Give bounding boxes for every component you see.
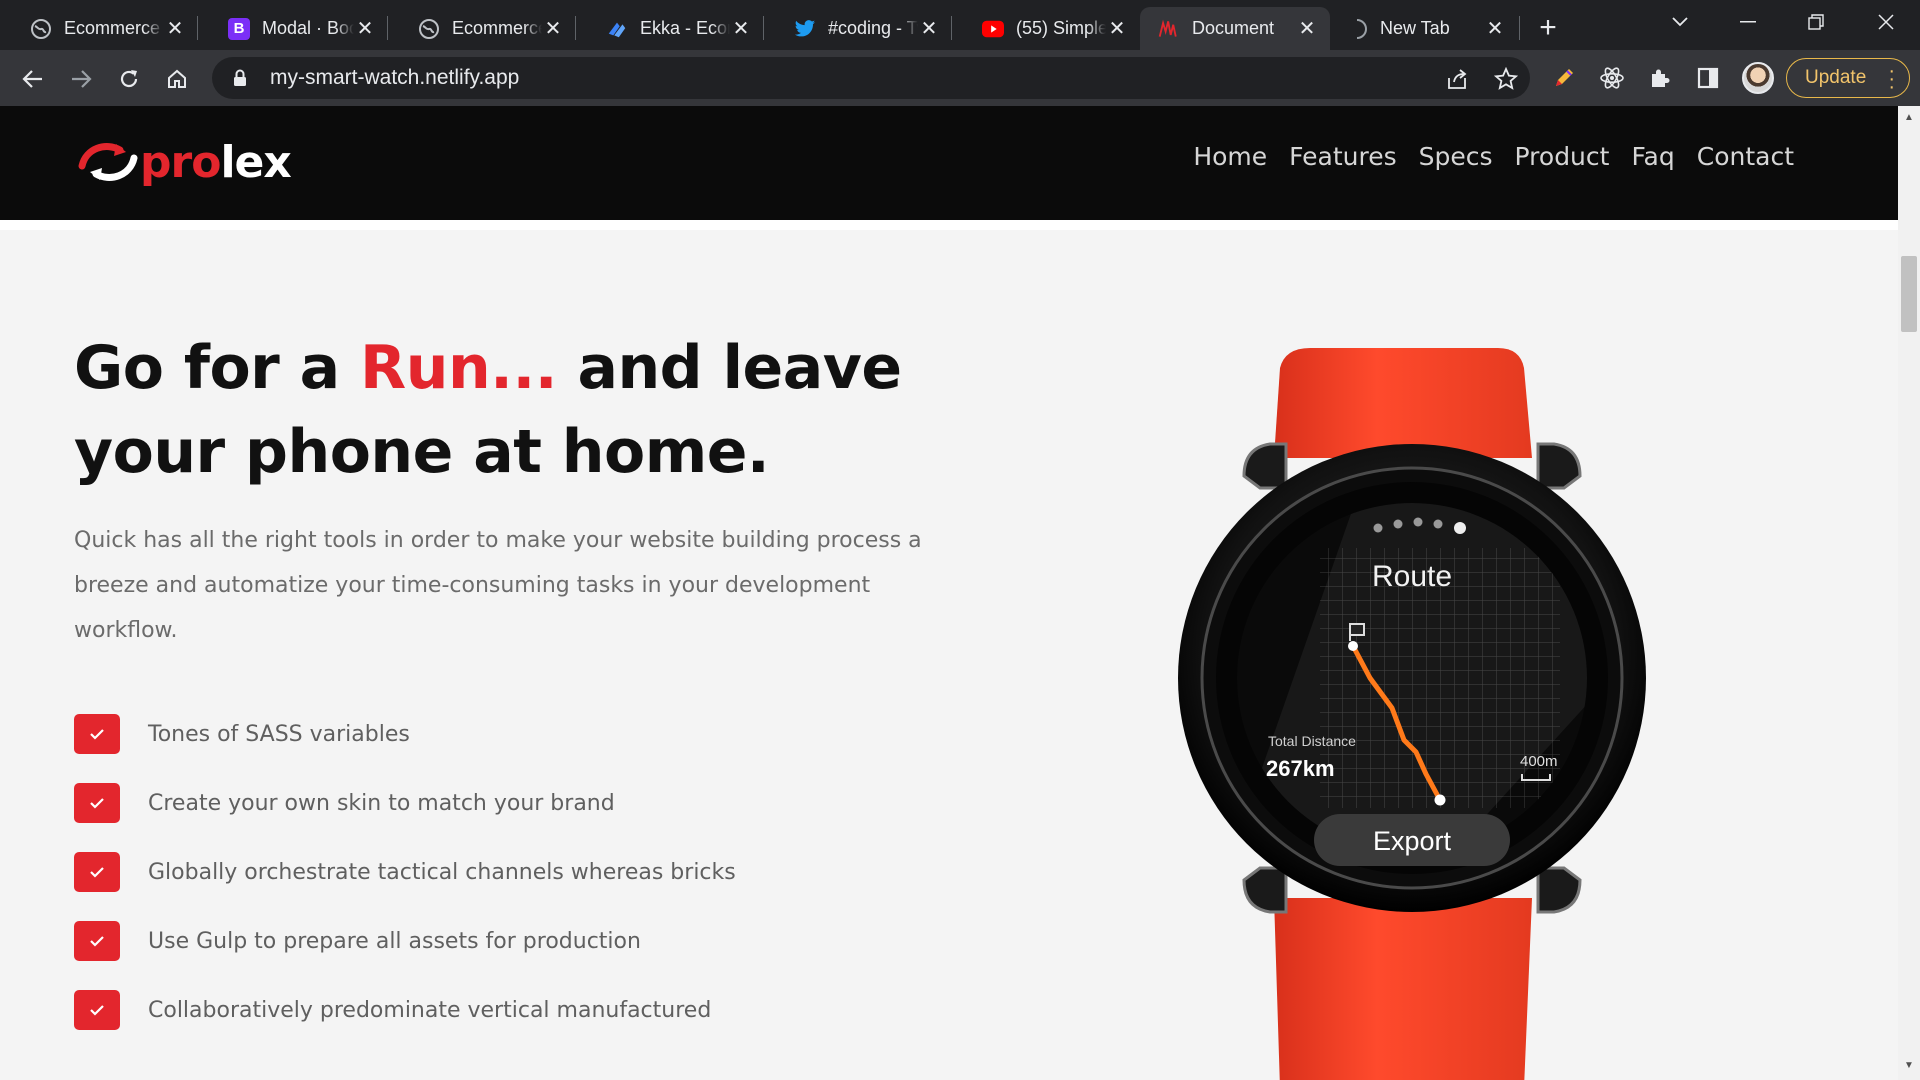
feature-label: Globally orchestrate tactical channels w…	[148, 859, 736, 885]
header-divider	[0, 220, 1898, 230]
hero-title-accent: Run...	[360, 333, 558, 403]
share-icon[interactable]	[1446, 67, 1470, 91]
globe-icon	[418, 18, 440, 40]
tab-title: #coding - Twitter	[828, 18, 918, 38]
close-tab-icon[interactable]: ✕	[918, 18, 940, 40]
smartwatch-image: Route Total Distance 267km 400m Export	[1178, 348, 1646, 1080]
extensions-puzzle-icon[interactable]	[1646, 64, 1674, 92]
feature-item: Tones of SASS variables	[74, 714, 410, 754]
site-nav: Home Features Specs Product Faq Contact	[1193, 142, 1794, 171]
logo-wordmark: prolex	[140, 136, 292, 188]
hero-description: Quick has all the right tools in order t…	[74, 528, 922, 643]
checkbox-checked-icon	[74, 783, 120, 823]
document-favicon-icon	[1158, 18, 1180, 40]
lock-icon[interactable]	[230, 69, 250, 87]
loading-icon	[1346, 18, 1368, 40]
browser-tab-active[interactable]: Document ✕	[1140, 7, 1330, 50]
bootstrap-icon: B	[228, 17, 250, 40]
page-scrollbar[interactable]: ▲ ▼	[1898, 106, 1920, 1080]
side-panel-icon[interactable]	[1694, 64, 1722, 92]
feature-label: Use Gulp to prepare all assets for produ…	[148, 928, 641, 954]
globe-icon	[30, 18, 52, 40]
browser-tab[interactable]: #coding - Twitter ✕	[764, 7, 952, 50]
close-tab-icon[interactable]: ✕	[1106, 18, 1128, 40]
browser-tab[interactable]: B Modal · Bootstrap ✕	[198, 7, 388, 50]
close-tab-icon[interactable]: ✕	[1484, 18, 1506, 40]
logo-mark-icon	[78, 143, 138, 181]
watch-export-label: Export	[1373, 826, 1452, 856]
new-tab-button[interactable]: +	[1532, 11, 1564, 44]
nav-contact[interactable]: Contact	[1697, 142, 1794, 171]
nav-specs[interactable]: Specs	[1419, 142, 1493, 171]
tab-title: Ekka - Ecommerce	[640, 18, 730, 38]
close-tab-icon[interactable]: ✕	[730, 18, 752, 40]
reload-icon[interactable]	[112, 62, 146, 96]
ekka-icon	[606, 18, 628, 40]
react-devtools-icon[interactable]	[1598, 64, 1626, 92]
tab-title: New Tab	[1380, 18, 1450, 38]
checkbox-checked-icon	[74, 921, 120, 961]
tab-title: Modal · Bootstrap	[262, 18, 354, 38]
nav-features[interactable]: Features	[1289, 142, 1397, 171]
close-window-icon[interactable]	[1852, 0, 1920, 44]
watch-distance-value: 267km	[1266, 756, 1335, 781]
close-tab-icon[interactable]: ✕	[1296, 18, 1318, 40]
update-button[interactable]: Update · · ·	[1786, 58, 1910, 98]
update-label: Update	[1805, 67, 1867, 88]
scroll-up-arrow-icon[interactable]: ▲	[1898, 106, 1920, 128]
nav-product[interactable]: Product	[1515, 142, 1610, 171]
browser-tab[interactable]: New Tab ✕	[1330, 7, 1520, 50]
nav-home[interactable]: Home	[1193, 142, 1267, 171]
tab-title: Ecommerce	[452, 18, 542, 38]
profile-avatar[interactable]	[1742, 62, 1774, 94]
page-viewport: prolex Home Features Specs Product Faq C…	[0, 106, 1898, 1080]
feature-item: Create your own skin to match your brand	[74, 783, 615, 823]
home-icon[interactable]	[160, 62, 194, 96]
feature-item: Globally orchestrate tactical channels w…	[74, 852, 736, 892]
address-bar[interactable]: my-smart-watch.netlify.app	[212, 57, 1530, 99]
nav-faq[interactable]: Faq	[1631, 142, 1674, 171]
hero-title: Go for a Run... and leave your phone at …	[74, 333, 902, 487]
youtube-icon	[982, 18, 1004, 40]
browser-tab[interactable]: Ekka - Ecommerce ✕	[576, 7, 764, 50]
close-tab-icon[interactable]: ✕	[164, 18, 186, 40]
feature-label: Create your own skin to match your brand	[148, 790, 615, 816]
watch-scale-label: 400m	[1520, 753, 1558, 770]
url-text[interactable]: my-smart-watch.netlify.app	[270, 66, 519, 90]
browser-tab-bar: Ecommerce ✕ B Modal · Bootstrap ✕ Ecomme…	[0, 0, 1920, 50]
forward-icon[interactable]	[64, 62, 98, 96]
restore-icon[interactable]	[1782, 0, 1850, 44]
twitter-icon	[794, 18, 816, 40]
close-tab-icon[interactable]: ✕	[542, 18, 564, 40]
tab-search-icon[interactable]	[1646, 0, 1714, 44]
tab-title: Document	[1192, 18, 1275, 38]
feature-label: Collaboratively predominate vertical man…	[148, 997, 712, 1023]
back-icon[interactable]	[16, 62, 50, 96]
browser-tab[interactable]: (55) Simple ✕	[952, 7, 1140, 50]
checkbox-checked-icon	[74, 990, 120, 1030]
checkbox-checked-icon	[74, 714, 120, 754]
scroll-down-arrow-icon[interactable]: ▼	[1898, 1054, 1920, 1076]
menu-kebab-icon[interactable]: · · ·	[1888, 61, 1895, 97]
site-logo[interactable]: prolex	[76, 136, 292, 188]
feature-item: Use Gulp to prepare all assets for produ…	[74, 921, 641, 961]
browser-tab[interactable]: Ecommerce ✕	[388, 7, 576, 50]
watch-screen-title: Route	[1372, 560, 1452, 593]
browser-toolbar: my-smart-watch.netlify.app Update · · ·	[0, 50, 1920, 106]
bookmark-star-icon[interactable]	[1494, 67, 1518, 91]
watch-distance-label: Total Distance	[1268, 733, 1356, 749]
site-header: prolex Home Features Specs Product Faq C…	[0, 106, 1898, 220]
tab-title: Ecommerce	[64, 18, 161, 38]
close-tab-icon[interactable]: ✕	[354, 18, 376, 40]
checkbox-checked-icon	[74, 852, 120, 892]
browser-tab[interactable]: Ecommerce ✕	[0, 7, 198, 50]
minimize-icon[interactable]	[1714, 0, 1782, 44]
scroll-thumb[interactable]	[1901, 256, 1917, 332]
feature-item: Collaboratively predominate vertical man…	[74, 990, 711, 1030]
pen-extension-icon[interactable]	[1550, 64, 1578, 92]
feature-label: Tones of SASS variables	[148, 721, 410, 747]
tab-title: (55) Simple	[1016, 18, 1106, 38]
